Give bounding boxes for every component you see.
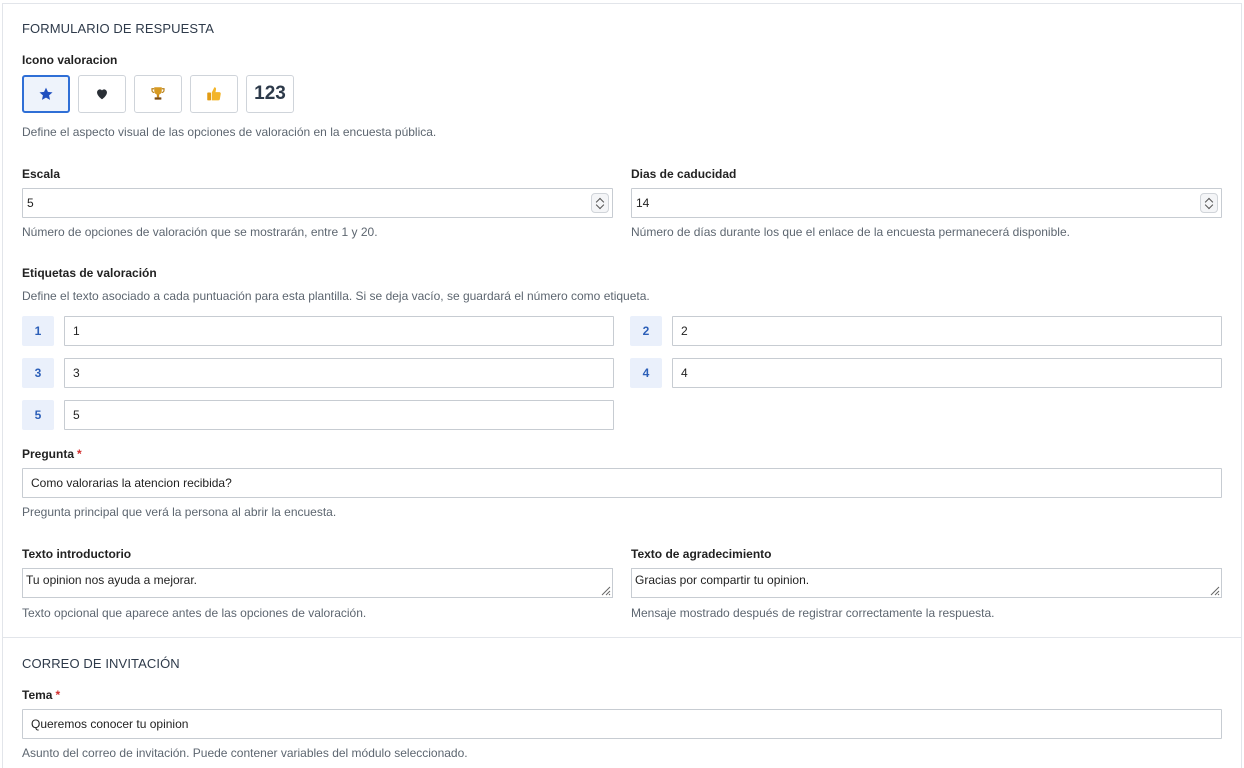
resize-grip-icon[interactable] xyxy=(1208,584,1220,596)
rating-label-input-1[interactable]: 1 xyxy=(64,316,614,346)
section-title-response-form: FORMULARIO DE RESPUESTA xyxy=(22,21,215,36)
rating-label-index-1: 1 xyxy=(22,316,54,346)
intro-text-help: Texto opcional que aparece antes de las … xyxy=(22,606,367,620)
subject-value: Queremos conocer tu opinion xyxy=(31,717,189,731)
rating-label-index-5: 5 xyxy=(22,400,54,430)
scale-label: Escala xyxy=(22,167,61,181)
thumbs-up-icon xyxy=(207,87,221,101)
expiry-days-help: Número de días durante los que el enlace… xyxy=(631,225,1070,239)
required-mark: * xyxy=(77,447,82,461)
rating-label-value-5: 5 xyxy=(73,408,80,422)
question-label-text: Pregunta xyxy=(22,447,75,461)
rating-label-value-3: 3 xyxy=(73,366,80,380)
subject-label-text: Tema xyxy=(22,688,53,702)
intro-text-label: Texto introductorio xyxy=(22,547,132,561)
rating-label-input-5[interactable]: 5 xyxy=(64,400,614,430)
star-icon xyxy=(39,87,53,100)
intro-text-value: Tu opinion nos ayuda a mejorar. xyxy=(26,573,197,587)
rating-labels-help: Define el texto asociado a cada puntuaci… xyxy=(22,289,650,303)
rating-label-index-2: 2 xyxy=(630,316,662,346)
expiry-days-label: Dias de caducidad xyxy=(631,167,737,181)
intro-text-textarea[interactable]: Tu opinion nos ayuda a mejorar. xyxy=(22,568,613,598)
rating-label-input-2[interactable]: 2 xyxy=(672,316,1222,346)
icon-option-heart[interactable] xyxy=(78,75,126,113)
thanks-text-label: Texto de agradecimiento xyxy=(631,547,772,561)
subject-input[interactable]: Queremos conocer tu opinion xyxy=(22,709,1222,739)
question-help: Pregunta principal que verá la persona a… xyxy=(22,505,337,519)
question-value: Como valorarias la atencion recibida? xyxy=(31,476,232,490)
icon-option-star[interactable] xyxy=(22,75,70,113)
rating-label-input-3[interactable]: 3 xyxy=(64,358,614,388)
thanks-text-value: Gracias por compartir tu opinion. xyxy=(635,573,810,587)
expiry-days-stepper[interactable] xyxy=(1200,193,1218,213)
question-input[interactable]: Como valorarias la atencion recibida? xyxy=(22,468,1222,498)
rating-label-index-3: 3 xyxy=(22,358,54,388)
scale-stepper[interactable] xyxy=(591,193,609,213)
icon-option-thumbs-up[interactable] xyxy=(190,75,238,113)
rating-label-value-1: 1 xyxy=(73,324,80,338)
rating-labels-label: Etiquetas de valoración xyxy=(22,266,157,280)
thanks-text-textarea[interactable]: Gracias por compartir tu opinion. xyxy=(631,568,1222,598)
rating-label-value-2: 2 xyxy=(681,324,688,338)
icon-rating-label: Icono valoracion xyxy=(22,53,118,67)
question-label: Pregunta * xyxy=(22,447,82,461)
numeric-icon: 123 xyxy=(254,83,286,104)
section-divider xyxy=(2,637,1242,638)
scale-help: Número de opciones de valoración que se … xyxy=(22,225,378,239)
expiry-days-input[interactable]: 14 xyxy=(631,188,1222,218)
icon-option-numeric[interactable]: 123 xyxy=(246,75,294,113)
resize-grip-icon[interactable] xyxy=(599,584,611,596)
section-title-invitation-email: CORREO DE INVITACIÓN xyxy=(22,656,180,671)
required-mark: * xyxy=(55,688,61,702)
subject-help: Asunto del correo de invitación. Puede c… xyxy=(22,746,468,760)
rating-label-input-4[interactable]: 4 xyxy=(672,358,1222,388)
trophy-icon xyxy=(151,87,165,100)
rating-label-value-4: 4 xyxy=(681,366,688,380)
expiry-days-value: 14 xyxy=(636,196,650,210)
thanks-text-help: Mensaje mostrado después de registrar co… xyxy=(631,606,995,620)
heart-icon xyxy=(97,89,107,100)
icon-option-trophy[interactable] xyxy=(134,75,182,113)
subject-label: Tema * xyxy=(22,688,60,702)
icon-rating-help: Define el aspecto visual de las opciones… xyxy=(22,125,437,139)
scale-input[interactable]: 5 xyxy=(22,188,613,218)
scale-value: 5 xyxy=(27,196,34,210)
rating-label-index-4: 4 xyxy=(630,358,662,388)
